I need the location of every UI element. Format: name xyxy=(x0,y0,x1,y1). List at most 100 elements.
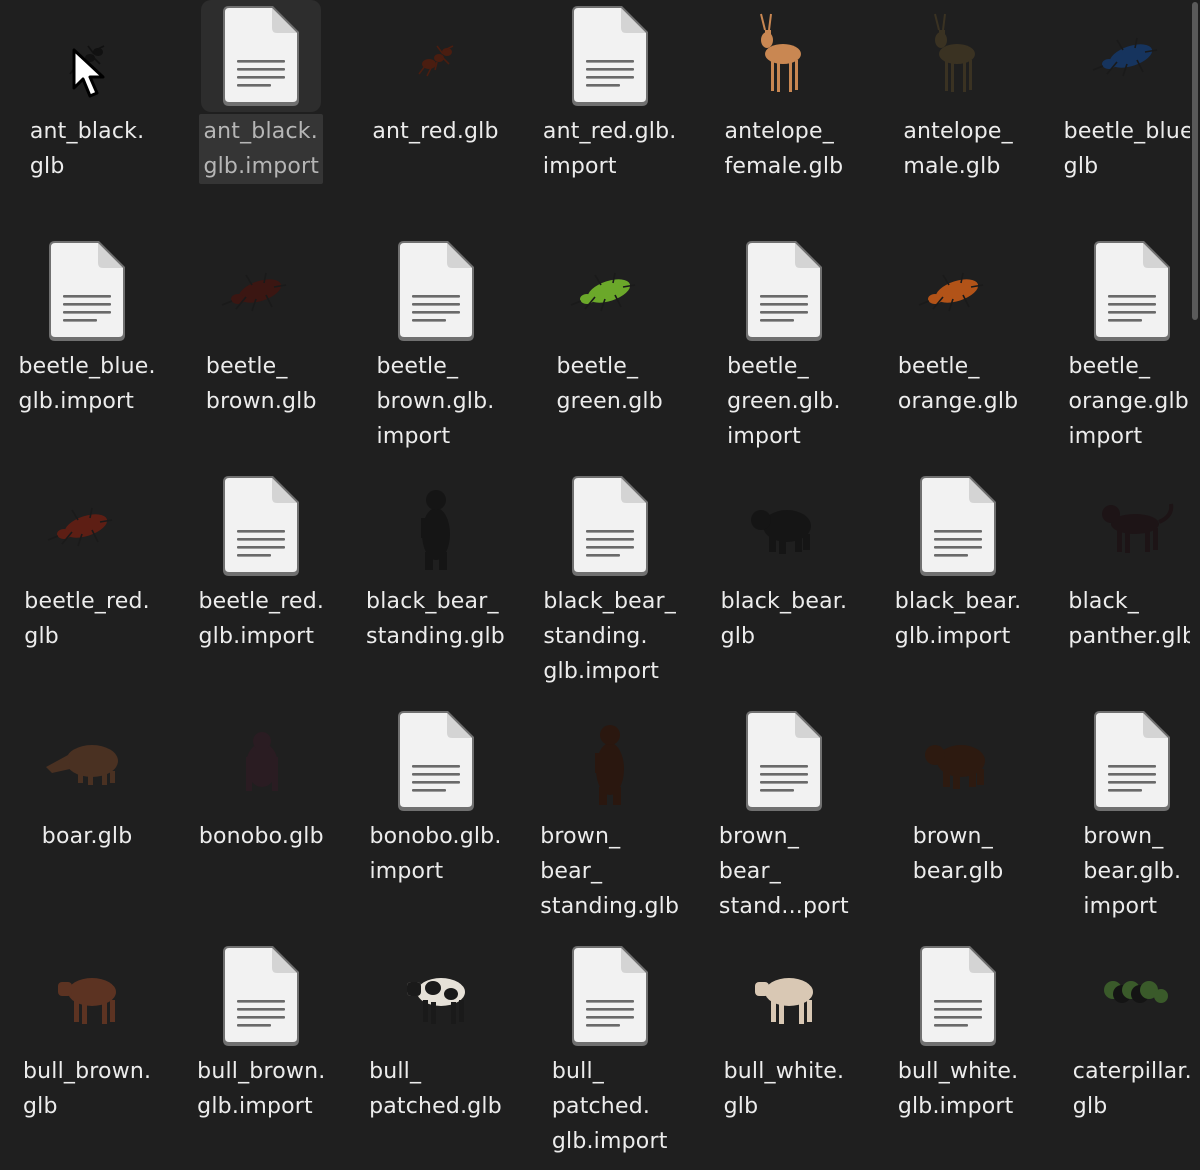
file-name-line: import xyxy=(542,154,617,179)
file-name-line: glb xyxy=(720,624,756,649)
file-item[interactable]: beetle_ brown.glb. import xyxy=(349,235,523,465)
file-name: beetle_ green.glb xyxy=(523,349,697,419)
file-item[interactable]: caterpillar. glb xyxy=(1045,940,1200,1170)
scrollbar-thumb[interactable] xyxy=(1192,2,1198,320)
file-item[interactable]: antelope_ male.glb xyxy=(871,0,1045,230)
file-name: brown_ bear.glb. import xyxy=(1045,819,1200,924)
file-thumbnail xyxy=(898,940,1018,1052)
file-thumbnail xyxy=(201,235,321,347)
file-item[interactable]: bull_ patched.glb xyxy=(349,940,523,1170)
file-name-line: panther.glb xyxy=(1068,624,1197,649)
file-item[interactable]: bull_white. glb.import xyxy=(871,940,1045,1170)
file-name-line: orange.glb xyxy=(897,389,1019,414)
ant-icon xyxy=(417,45,453,77)
file-item[interactable]: brown_ bear_ standing.glb xyxy=(523,705,697,935)
file-thumbnail xyxy=(201,470,321,582)
file-item[interactable]: beetle_ orange.glb xyxy=(871,235,1045,465)
file-thumbnail xyxy=(724,235,844,347)
file-document-icon xyxy=(1094,711,1171,811)
file-name: beetle_red. glb.import xyxy=(174,584,348,654)
file-document-icon xyxy=(397,241,474,341)
file-item[interactable]: beetle_blue. glb xyxy=(1045,0,1200,230)
file-name: beetle_ orange.glb xyxy=(871,349,1045,419)
file-item[interactable]: bonobo.glb. import xyxy=(349,705,523,935)
file-item[interactable]: ant_red.glb. import xyxy=(523,0,697,230)
file-name-line: caterpillar. xyxy=(1072,1059,1192,1084)
file-name: ant_black. glb.import xyxy=(174,114,348,184)
file-item[interactable]: beetle_blue. glb.import xyxy=(0,235,174,465)
file-name-line: black_bear_ xyxy=(543,589,676,614)
file-item[interactable]: ant_red.glb xyxy=(349,0,523,230)
file-item[interactable]: beetle_ brown.glb xyxy=(174,235,348,465)
file-item[interactable]: brown_ bear.glb. import xyxy=(1045,705,1200,935)
file-name: brown_ bear.glb xyxy=(871,819,1045,889)
file-thumbnail xyxy=(376,705,496,817)
file-name-line: beetle_ xyxy=(897,354,980,379)
file-name-line: brown_ xyxy=(912,824,993,849)
file-item[interactable]: antelope_ female.glb xyxy=(697,0,871,230)
file-name-line: bonobo.glb. xyxy=(369,824,502,849)
file-name-line: brown.glb. xyxy=(376,389,495,414)
file-item[interactable]: black_bear. glb xyxy=(697,470,871,700)
file-item[interactable]: beetle_ green.glb xyxy=(523,235,697,465)
file-thumbnail xyxy=(1072,235,1192,347)
file-name-line: glb xyxy=(723,1094,759,1119)
file-item[interactable]: ant_black. glb xyxy=(0,0,174,230)
file-name: beetle_blue. glb.import xyxy=(0,349,174,419)
file-thumbnail xyxy=(201,705,321,817)
file-name-line: glb.import xyxy=(18,389,135,414)
file-item[interactable]: brown_ bear_ stand...port xyxy=(697,705,871,935)
file-item[interactable]: bull_ patched. glb.import xyxy=(523,940,697,1170)
file-item[interactable]: black_bear_ standing.glb xyxy=(349,470,523,700)
file-item[interactable]: black_bear_ standing. glb.import xyxy=(523,470,697,700)
file-thumbnail xyxy=(27,0,147,112)
file-item[interactable]: bull_brown. glb xyxy=(0,940,174,1170)
file-name-line: glb xyxy=(1072,1094,1108,1119)
file-name-line: bear_ xyxy=(718,859,781,884)
file-name: antelope_ male.glb xyxy=(871,114,1045,184)
file-thumbnail xyxy=(898,470,1018,582)
file-name: antelope_ female.glb xyxy=(697,114,871,184)
file-item[interactable]: boar.glb xyxy=(0,705,174,935)
bear-standing-icon xyxy=(420,490,450,570)
file-item[interactable]: bull_white. glb xyxy=(697,940,871,1170)
file-name: beetle_ brown.glb xyxy=(174,349,348,419)
file-item[interactable]: beetle_red. glb.import xyxy=(174,470,348,700)
file-name-line: glb xyxy=(22,1094,58,1119)
file-name-line: glb.import xyxy=(897,1094,1014,1119)
file-item[interactable]: beetle_red. glb xyxy=(0,470,174,700)
file-item[interactable]: ant_black. glb.import xyxy=(174,0,348,230)
vertical-scrollbar[interactable] xyxy=(1190,0,1200,1155)
file-thumbnail xyxy=(724,940,844,1052)
file-name: black_bear_ standing.glb xyxy=(349,584,523,654)
file-name-line: bull_brown. xyxy=(197,1059,326,1084)
file-name-line: black_bear. xyxy=(894,589,1022,614)
file-item[interactable]: brown_ bear.glb xyxy=(871,705,1045,935)
file-name: bull_white. glb.import xyxy=(871,1054,1045,1124)
file-document-icon xyxy=(223,6,300,106)
file-name-line: standing. xyxy=(543,624,648,649)
file-name-line: ant_red.glb xyxy=(372,119,499,144)
bear-icon xyxy=(750,510,811,554)
file-name-line: glb.import xyxy=(197,1094,313,1119)
file-item[interactable]: bonobo.glb xyxy=(174,705,348,935)
file-name-line: green.glb xyxy=(556,389,663,414)
beetle-icon xyxy=(221,272,287,312)
file-item[interactable]: black_ panther.glb xyxy=(1045,470,1200,700)
file-thumbnail xyxy=(550,940,670,1052)
file-name: bull_ patched.glb xyxy=(349,1054,523,1124)
file-name-line: boar.glb xyxy=(41,824,133,849)
file-item[interactable]: beetle_ orange.glb. import xyxy=(1045,235,1200,465)
file-name: ant_red.glb. import xyxy=(523,114,697,184)
file-name-line: import xyxy=(369,859,444,884)
file-name: black_ panther.glb xyxy=(1045,584,1200,654)
boar-icon xyxy=(46,745,119,785)
file-item[interactable]: black_bear. glb.import xyxy=(871,470,1045,700)
file-name-line: glb.import xyxy=(203,154,320,179)
file-name-line: orange.glb. xyxy=(1068,389,1197,414)
file-name-line: bonobo.glb xyxy=(198,824,324,849)
file-item[interactable]: bull_brown. glb.import xyxy=(174,940,348,1170)
file-item[interactable]: beetle_ green.glb. import xyxy=(697,235,871,465)
ape-icon xyxy=(246,732,279,791)
file-document-icon xyxy=(223,476,300,576)
